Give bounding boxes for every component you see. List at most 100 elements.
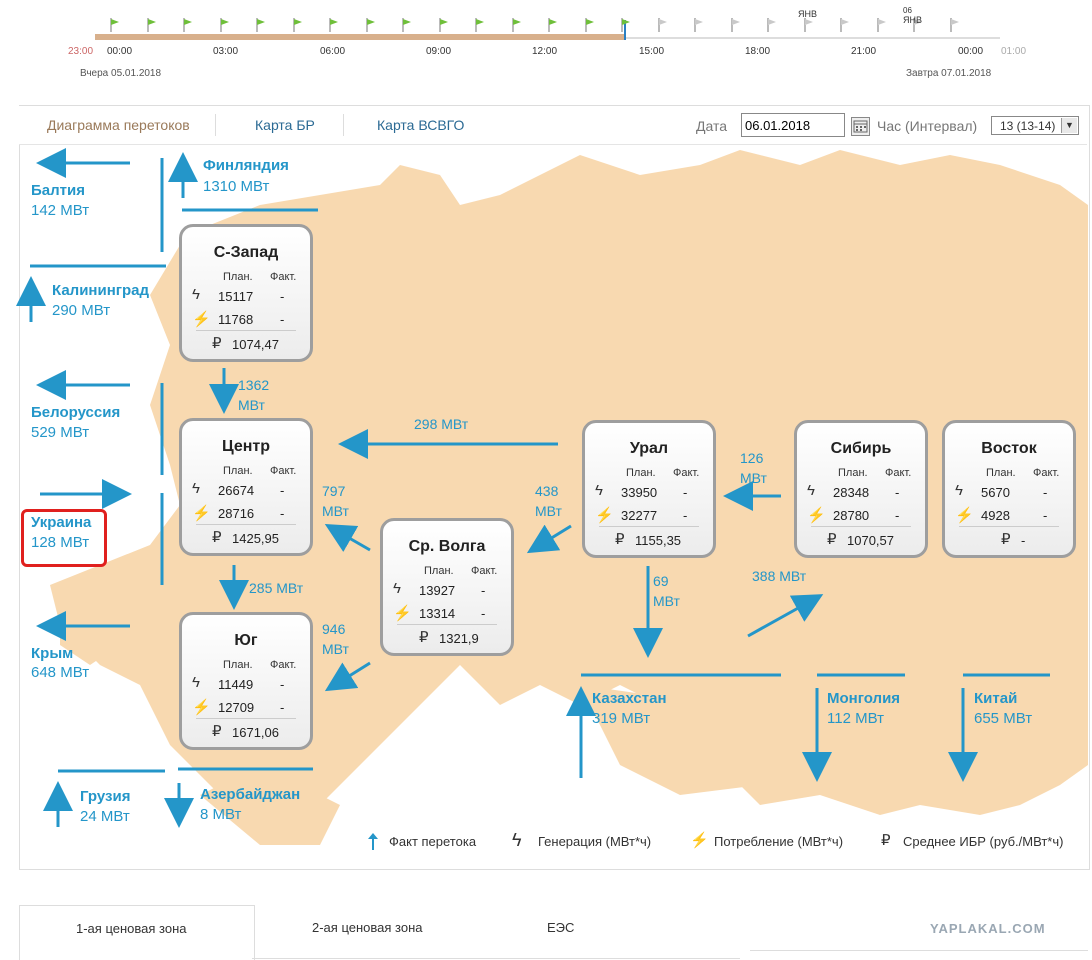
region-name: Восток	[981, 440, 1037, 457]
tab-ees[interactable]: ЕЭС	[547, 920, 574, 935]
flag-icon[interactable]	[366, 18, 376, 32]
flag-icon[interactable]	[110, 18, 120, 32]
ext-mongolia-val: 112 МВт	[827, 710, 884, 727]
lightning-icon: ϟ	[955, 482, 963, 499]
flag-icon[interactable]	[731, 18, 741, 32]
tl-marker: ЯНВ	[903, 15, 923, 25]
ruble-icon: ₽	[212, 335, 222, 352]
date-input[interactable]	[741, 113, 845, 137]
flow-ural-volga: 438 МВт	[535, 483, 562, 519]
legend-price: Среднее ИБР (руб./МВт*ч)	[903, 834, 1064, 849]
region-vostok[interactable]: Восток План. Факт. ϟ 5670- ⚡ 4928- ₽ -	[942, 420, 1076, 558]
lightning-icon: ϟ	[192, 480, 200, 497]
tl-hour: 03:00	[213, 46, 239, 57]
tab-map-br[interactable]: Карта БР	[255, 117, 315, 133]
flag-icon[interactable]	[804, 18, 814, 32]
flow-ural-kazakhstan: 69 МВт	[653, 573, 680, 609]
tl-tomorrow[interactable]: Завтра 07.01.2018	[906, 68, 991, 79]
tab-zone1[interactable]: 1-ая ценовая зона	[19, 905, 255, 960]
ext-kaliningrad-name: Калининград	[52, 282, 150, 299]
ext-baltia-name: Балтия	[31, 182, 85, 199]
lightning-icon: ϟ	[192, 286, 200, 303]
ext-china-val: 655 МВт	[974, 710, 1033, 727]
ext-belarus-name: Белоруссия	[31, 404, 121, 421]
watermark-logo: YAPLAKAL.COM	[930, 921, 1046, 936]
flag-icon[interactable]	[439, 18, 449, 32]
flag-icon[interactable]	[475, 18, 485, 32]
flag-icon[interactable]	[585, 18, 595, 32]
tab-map-vsvgo[interactable]: Карта ВСВГО	[377, 117, 464, 133]
ext-belarus-val: 529 МВт	[31, 424, 90, 441]
flag-icon[interactable]	[402, 18, 412, 32]
ruble-icon: ₽	[1001, 531, 1011, 548]
lightning-icon: ϟ	[595, 482, 603, 499]
flag-icon[interactable]	[183, 18, 193, 32]
ruble-icon: ₽	[881, 832, 891, 849]
ext-finland-name: Финляндия	[203, 157, 289, 174]
legend-fact: Факт перетока	[389, 834, 477, 849]
ext-azerbaijan-val: 8 МВт	[200, 806, 242, 823]
region-sibir[interactable]: Сибирь План. Факт. ϟ 28348- ⚡ 28780- ₽ 10…	[794, 420, 928, 558]
tl-hour: 15:00	[639, 46, 665, 57]
flag-icon[interactable]	[548, 18, 558, 32]
flag-icon[interactable]	[877, 18, 887, 32]
tl-hour: 23:00	[68, 46, 94, 57]
tl-hour: 09:00	[426, 46, 452, 57]
flag-icon[interactable]	[220, 18, 230, 32]
flag-icon[interactable]	[950, 18, 960, 32]
flag-icon[interactable]	[840, 18, 850, 32]
tl-marker-day: 06	[903, 6, 912, 15]
flag-icon[interactable]	[621, 18, 631, 32]
flag-icon[interactable]	[256, 18, 266, 32]
flag-icon[interactable]	[694, 18, 704, 32]
flag-icon[interactable]	[767, 18, 777, 32]
flag-icon[interactable]	[658, 18, 668, 32]
timeline[interactable]: 23:00 00:00 03:00 06:00 09:00 12:00 15:0…	[0, 0, 1092, 95]
tl-hour: 18:00	[745, 46, 771, 57]
ext-ukraine-val: 128 МВт	[31, 534, 90, 551]
flow-volga-yug: 946 МВт	[322, 621, 349, 657]
ext-crimea-name: Крым	[31, 645, 74, 662]
region-volga[interactable]: Ср. Волга План. Факт. ϟ 13927- ⚡ 13314- ₽…	[380, 518, 514, 656]
region-name: Ср. Волга	[408, 538, 486, 555]
ruble-icon: ₽	[212, 723, 222, 740]
lightning-icon: ϟ	[393, 580, 401, 597]
tl-hour: 01:00	[1001, 46, 1027, 57]
ext-georgia-val: 24 МВт	[80, 808, 130, 825]
tl-hour: 21:00	[851, 46, 877, 57]
ext-mongolia-name: Монголия	[827, 690, 901, 707]
flag-icon[interactable]	[147, 18, 157, 32]
flag-icon[interactable]	[293, 18, 303, 32]
ext-kazakhstan-val: 319 МВт	[592, 710, 651, 727]
lightning-icon: ϟ	[807, 482, 815, 499]
plug-icon: ⚡	[192, 699, 211, 716]
ext-azerbaijan-name: Азербайджан	[200, 786, 301, 803]
chevron-down-icon[interactable]: ▼	[1061, 118, 1077, 133]
legend-consumption: Потребление (МВт*ч)	[714, 834, 844, 849]
plug-icon: ⚡	[192, 505, 211, 522]
region-szapad[interactable]: С-Запад План. Факт. ϟ 15117- ⚡ 11768- ₽ 1…	[179, 224, 313, 362]
calendar-icon[interactable]	[851, 117, 870, 136]
tab-flows[interactable]: Диаграмма перетоков	[47, 117, 190, 133]
ext-georgia-name: Грузия	[80, 788, 131, 805]
ext-crimea-val: 648 МВт	[31, 664, 90, 681]
flag-icon[interactable]	[512, 18, 522, 32]
tl-yesterday[interactable]: Вчера 05.01.2018	[80, 68, 161, 79]
flow-kazakhstan-sibir: 388 МВт	[752, 568, 807, 584]
plug-icon: ⚡	[807, 507, 826, 524]
region-name: С-Запад	[213, 244, 279, 261]
region-center[interactable]: Центр План. Факт. ϟ 26674- ⚡ 28716- ₽ 142…	[179, 418, 313, 556]
ext-baltia-val: 142 МВт	[31, 202, 90, 219]
plug-icon: ⚡	[192, 311, 211, 328]
ext-kazakhstan-name: Казахстан	[592, 690, 667, 707]
ext-finland-val: 1310 МВт	[203, 178, 270, 195]
flag-icon[interactable]	[329, 18, 339, 32]
tab-zone2[interactable]: 2-ая ценовая зона	[312, 920, 422, 935]
hour-select[interactable]: 13 (13-14) ▼	[991, 116, 1079, 135]
region-yug[interactable]: Юг План. Факт. ϟ 11449- ⚡ 12709- ₽ 1671,0…	[179, 612, 313, 750]
region-name: Центр	[221, 438, 271, 455]
ruble-icon: ₽	[827, 531, 837, 548]
region-name: Урал	[629, 440, 669, 457]
region-ural[interactable]: Урал План. Факт. ϟ 33950- ⚡ 32277- ₽ 1155…	[582, 420, 716, 558]
hour-value: 13 (13-14)	[1000, 119, 1056, 133]
